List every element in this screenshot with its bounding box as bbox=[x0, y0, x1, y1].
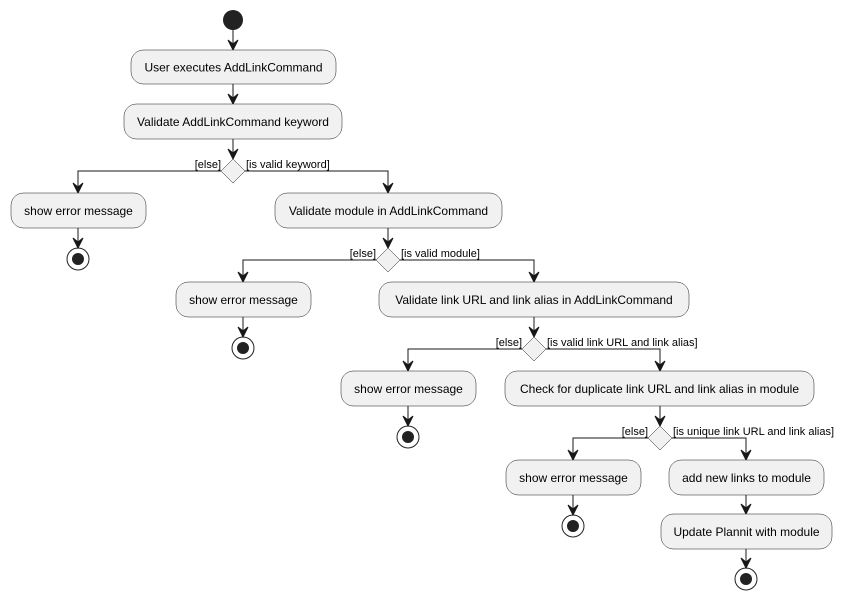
action-a4: Validate link URL and link alias in AddL… bbox=[378, 281, 690, 318]
end-node-1 bbox=[66, 247, 90, 271]
end-node-4 bbox=[561, 514, 585, 538]
edge-d1-e1 bbox=[77, 170, 221, 193]
edge-d3-e3 bbox=[407, 348, 522, 371]
action-a7-label: Update Plannit with module bbox=[673, 525, 819, 539]
decision-d1-then-label: [is valid keyword] bbox=[246, 159, 330, 171]
end-node-5 bbox=[734, 567, 758, 591]
activity-diagram: User executes AddLinkCommand Validate Ad… bbox=[10, 10, 834, 591]
edge-d3-a5 bbox=[546, 348, 661, 371]
action-a5-label: Check for duplicate link URL and link al… bbox=[520, 382, 799, 396]
action-e2-label: show error message bbox=[189, 293, 298, 307]
edge-d4-e4 bbox=[572, 437, 648, 460]
action-e3: show error message bbox=[340, 370, 477, 407]
action-e1-label: show error message bbox=[24, 204, 133, 218]
edge-d1-a3 bbox=[245, 170, 389, 193]
end-node-3 bbox=[396, 425, 420, 449]
edge-d2-e2 bbox=[242, 259, 376, 282]
start-node bbox=[223, 10, 243, 30]
end-node-2 bbox=[231, 336, 255, 360]
action-a4-label: Validate link URL and link alias in AddL… bbox=[395, 293, 672, 307]
action-a1-label: User executes AddLinkCommand bbox=[144, 61, 322, 75]
action-e4: show error message bbox=[505, 459, 642, 496]
action-a7: Update Plannit with module bbox=[660, 513, 833, 550]
decision-d3-then-label: [is valid link URL and link alias] bbox=[547, 337, 698, 349]
action-e4-label: show error message bbox=[519, 471, 628, 485]
action-a6-label: add new links to module bbox=[682, 471, 811, 485]
edge-d4-a6 bbox=[672, 437, 747, 460]
decision-d1-else-label: [else] bbox=[195, 159, 221, 171]
decision-d4-then-label: [is unique link URL and link alias] bbox=[673, 426, 834, 438]
action-a6: add new links to module bbox=[668, 459, 825, 496]
decision-d3-else-label: [else] bbox=[496, 337, 522, 349]
decision-d2-then-label: [is valid module] bbox=[401, 248, 480, 260]
action-a2: Validate AddLinkCommand keyword bbox=[123, 103, 343, 140]
action-a2-label: Validate AddLinkCommand keyword bbox=[137, 115, 329, 129]
action-e3-label: show error message bbox=[354, 382, 463, 396]
action-a3-label: Validate module in AddLinkCommand bbox=[289, 204, 488, 218]
edge-d2-a4 bbox=[400, 259, 535, 282]
action-e2: show error message bbox=[175, 281, 312, 318]
decision-d4-else-label: [else] bbox=[622, 426, 648, 438]
decision-d2-else-label: [else] bbox=[350, 248, 376, 260]
action-a3: Validate module in AddLinkCommand bbox=[274, 192, 503, 229]
action-a1: User executes AddLinkCommand bbox=[130, 49, 337, 85]
action-e1: show error message bbox=[10, 192, 147, 229]
action-a5: Check for duplicate link URL and link al… bbox=[504, 370, 815, 407]
